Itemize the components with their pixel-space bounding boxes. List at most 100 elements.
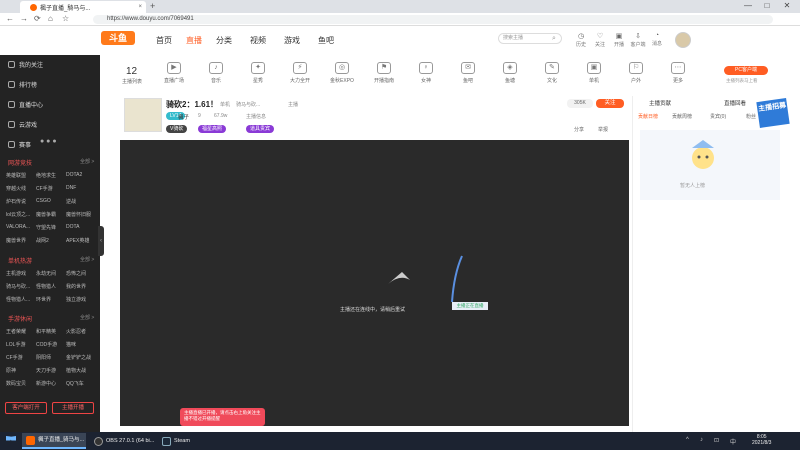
single-game-item[interactable]: 独立游戏	[66, 296, 96, 303]
camera-icon[interactable]: ▣ 开播	[610, 32, 628, 48]
online-game-item[interactable]: 魔兽争霸	[36, 211, 66, 218]
category-item[interactable]: ⚡ 大力全开	[286, 62, 314, 84]
home-icon[interactable]: ⌂	[48, 14, 53, 23]
search-icon[interactable]: ⌕	[552, 35, 556, 43]
category-item[interactable]: ⚐ 户外	[622, 62, 650, 84]
network-icon[interactable]: ⊡	[714, 437, 719, 444]
nav-live[interactable]: 直播	[186, 35, 202, 46]
url-input[interactable]: https://www.douyu.com/7069491	[93, 15, 773, 24]
nav-games[interactable]: 游戏	[284, 35, 300, 46]
follow-list-label[interactable]: 主播列表	[122, 78, 142, 85]
taskbar-item-steam[interactable]: Steam	[158, 433, 208, 449]
mobile-game-item[interactable]: 和平精英	[36, 328, 66, 335]
recruit-banner[interactable]: 主播招募	[756, 98, 790, 128]
tab-daily-rank[interactable]: 贡献日榜	[638, 113, 658, 120]
mobile-game-item[interactable]: 火影忍者	[66, 328, 96, 335]
replay-header[interactable]: 直播回看	[724, 99, 746, 107]
volume-icon[interactable]: ♪	[700, 437, 703, 443]
mobile-game-item[interactable]: 王者荣耀	[6, 328, 36, 335]
room-meta-game[interactable]: 骑马与砍...	[236, 101, 260, 108]
online-game-item[interactable]: 炉石传说	[6, 198, 36, 205]
taskbar-clock[interactable]: 8:05 2021/8/3	[752, 434, 771, 446]
online-game-item[interactable]: 绝地求生	[36, 172, 66, 179]
sidebar-item-rank[interactable]: 排行榜	[8, 80, 37, 89]
notification-toast[interactable]: 主播直播已开播，请点击右上角关注主播不错过开播提醒	[180, 408, 265, 426]
online-game-item[interactable]: 逆战	[66, 198, 96, 205]
video-player[interactable]	[120, 140, 629, 426]
online-game-item[interactable]: VALORA...	[6, 224, 36, 231]
follow-button[interactable]: 关注	[596, 99, 624, 108]
browser-tab[interactable]: 楓子直播_騎马与... ×	[20, 1, 146, 13]
sidebar-esports-thumbs[interactable]: ● ● ●	[40, 138, 57, 145]
mobile-game-item[interactable]: COD手游	[36, 341, 66, 348]
category-item[interactable]: ♪ 音乐	[202, 62, 230, 84]
close-window-button[interactable]: ✕	[779, 1, 795, 10]
sidebar-item-live-center[interactable]: 直播中心	[8, 100, 43, 109]
online-game-item[interactable]: DOTA2	[66, 172, 96, 179]
nav-home[interactable]: 首页	[156, 35, 172, 46]
streamer-name[interactable]: 楓子	[178, 113, 189, 121]
sidebar-more-single[interactable]: 全部 >	[80, 256, 94, 263]
tag-fuxing[interactable]: 福星高照	[198, 125, 227, 133]
start-stream-button[interactable]: 主播开播	[52, 402, 94, 414]
sidebar-item-esports[interactable]: 赛事	[8, 140, 31, 149]
minimize-button[interactable]: —	[740, 1, 756, 10]
new-tab-button[interactable]: +	[150, 1, 155, 11]
room-meta-category[interactable]: 单机	[220, 101, 230, 108]
single-game-item[interactable]: 我的世界	[66, 283, 96, 290]
follow-count[interactable]: 12	[126, 66, 137, 77]
pc-client-button[interactable]: PC客户端	[724, 66, 768, 75]
category-item[interactable]: ⚑ 开播指南	[370, 62, 398, 84]
category-item[interactable]: ▣ 单机	[580, 62, 608, 84]
online-game-item[interactable]: 穿越火线	[6, 185, 36, 192]
tag-v-qikan[interactable]: V骑砍	[166, 125, 188, 133]
sidebar-more-mobile[interactable]: 全部 >	[80, 314, 94, 321]
single-game-item[interactable]: 怪物猎人	[36, 283, 66, 290]
share-button[interactable]: 分享	[574, 126, 584, 133]
online-game-item[interactable]: CF手游	[36, 185, 66, 192]
single-game-item[interactable]: 骑马与砍...	[6, 283, 36, 290]
avatar[interactable]	[675, 32, 691, 48]
tab-fans[interactable]: 粉丝	[746, 113, 756, 120]
category-item[interactable]: ✦ 星秀	[244, 62, 272, 84]
taskbar-item-obs[interactable]: OBS 27.0.1 (64 bi...	[90, 433, 156, 449]
mobile-game-item[interactable]: 天刀手游	[36, 367, 66, 374]
mobile-game-item[interactable]: 新游中心	[36, 380, 66, 387]
online-game-item[interactable]: 魔兽世界	[6, 237, 36, 244]
contribution-header[interactable]: 主播贡献	[649, 99, 671, 107]
nav-video[interactable]: 视频	[250, 35, 266, 46]
mobile-game-item[interactable]: 数码宝贝	[6, 380, 36, 387]
online-game-item[interactable]: APEX英雄	[66, 237, 96, 244]
online-game-item[interactable]: 战网2	[36, 237, 66, 244]
mobile-game-item[interactable]: CF手游	[6, 354, 36, 361]
reload-icon[interactable]: ⟳	[34, 14, 41, 23]
category-item[interactable]: ✎ 文化	[538, 62, 566, 84]
online-game-item[interactable]: DOTA	[66, 224, 96, 231]
star-icon[interactable]: ☆	[62, 14, 69, 23]
report-button[interactable]: 举报	[598, 126, 608, 133]
forward-icon[interactable]: →	[20, 14, 28, 23]
download-icon[interactable]: ⇩ 客户端	[629, 32, 647, 48]
bell-icon[interactable]: ◔ 消息	[648, 32, 666, 47]
maximize-button[interactable]: □	[759, 1, 775, 10]
mobile-game-item[interactable]: 阴阳师	[36, 354, 66, 361]
online-game-item[interactable]: 守望先锋	[36, 224, 66, 231]
nav-category[interactable]: 分类	[216, 35, 232, 46]
ime-indicator[interactable]: 中	[730, 437, 736, 446]
tray-expand-icon[interactable]: ^	[686, 437, 689, 443]
client-open-button[interactable]: 客户端打开	[5, 402, 47, 414]
tag-vip[interactable]: 道具贵宾	[246, 125, 275, 133]
single-game-item[interactable]: 怪物猎人...	[6, 296, 36, 303]
room-stat-info[interactable]: 主播信息	[246, 113, 266, 120]
douyu-logo[interactable]: 斗鱼	[101, 31, 135, 45]
category-item[interactable]: ⋯ 更多	[664, 62, 692, 84]
online-game-item[interactable]: DNF	[66, 185, 96, 192]
sidebar-item-cloud-game[interactable]: 云游戏	[8, 120, 37, 129]
mobile-game-item[interactable]: QQ飞车	[66, 380, 96, 387]
category-item[interactable]: ◎ 金秋EXPO	[328, 62, 356, 84]
online-game-item[interactable]: 英雄联盟	[6, 172, 36, 179]
sidebar-item-follow[interactable]: 我的关注	[8, 60, 43, 69]
single-game-item[interactable]: 恐怖之间	[66, 270, 96, 277]
category-item[interactable]: ◈ 鱼塘	[496, 62, 524, 84]
history-icon[interactable]: ◷ 历史	[572, 32, 590, 48]
